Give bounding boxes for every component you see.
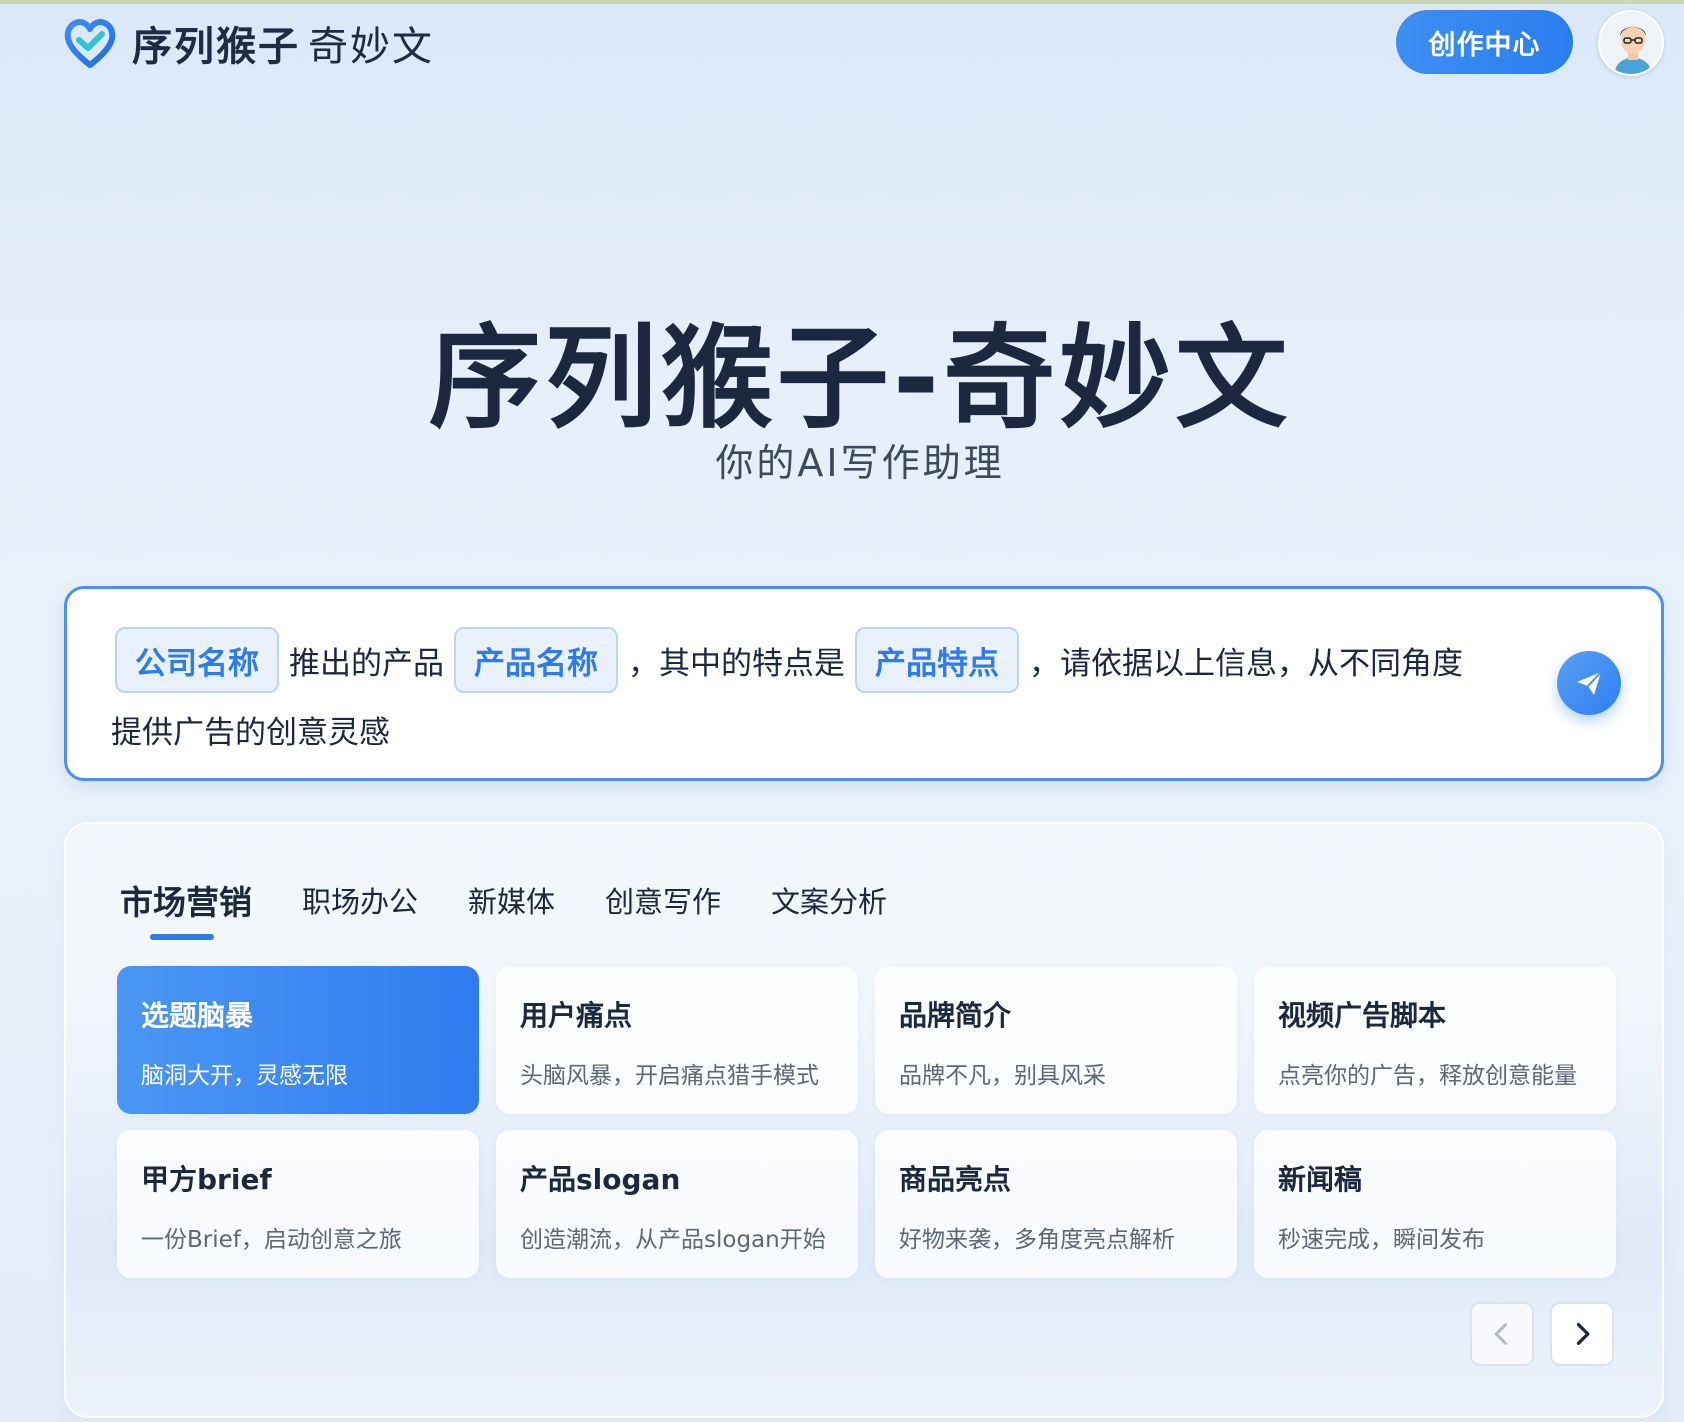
- next-page-button[interactable]: [1550, 1302, 1614, 1366]
- template-panel: 市场营销 职场办公 新媒体 创意写作 文案分析 选题脑暴 脑洞大开，灵感无限 用…: [64, 822, 1664, 1418]
- card-description: 头脑风暴，开启痛点猎手模式: [520, 1063, 819, 1089]
- active-tab-indicator: [150, 934, 214, 940]
- product-name-chip[interactable]: 产品名称: [454, 627, 618, 693]
- prompt-text-1: 推出的产品: [289, 645, 444, 682]
- prompt-text-4: 提供广告的创意灵感: [111, 715, 390, 751]
- card-title: 商品亮点: [899, 1163, 1012, 1196]
- prompt-text-2: ，其中的特点是: [628, 645, 845, 682]
- card-title: 选题脑暴: [141, 999, 254, 1032]
- card-description: 一份Brief，启动创意之旅: [141, 1227, 402, 1253]
- hero-title: 序列猴子-奇妙文: [428, 314, 1292, 444]
- paper-plane-icon: [1577, 671, 1602, 695]
- card-title: 甲方brief: [141, 1163, 272, 1196]
- card-title: 视频广告脚本: [1278, 999, 1447, 1032]
- prompt-text-3: ，请依据以上信息，从不同角度: [1029, 645, 1463, 682]
- tab-marketing[interactable]: 市场营销: [120, 876, 252, 924]
- tab-new-media[interactable]: 新媒体: [468, 879, 555, 921]
- card-description: 秒速完成，瞬间发布: [1278, 1227, 1485, 1253]
- card-description: 脑洞大开，灵感无限: [141, 1063, 348, 1089]
- brand-logo[interactable]: 序列猴子 奇妙文: [62, 14, 434, 72]
- category-tabs: 市场营销 职场办公 新媒体 创意写作 文案分析: [120, 876, 937, 924]
- template-card[interactable]: 产品slogan 创造潮流，从产品slogan开始: [496, 1130, 858, 1278]
- template-card[interactable]: 选题脑暴 脑洞大开，灵感无限: [117, 966, 479, 1114]
- prev-page-button[interactable]: [1470, 1302, 1534, 1366]
- hero-subtitle: 你的AI写作助理: [715, 441, 1005, 485]
- avatar[interactable]: [1598, 10, 1664, 76]
- tab-copy-analysis[interactable]: 文案分析: [771, 879, 887, 921]
- prompt-line-2: 提供广告的创意灵感: [111, 707, 390, 752]
- card-description: 品牌不凡，别具风采: [899, 1063, 1106, 1089]
- template-card[interactable]: 甲方brief 一份Brief，启动创意之旅: [117, 1130, 479, 1278]
- template-card[interactable]: 商品亮点 好物来袭，多角度亮点解析: [875, 1130, 1237, 1278]
- prompt-input-box[interactable]: 公司名称 推出的产品 产品名称 ，其中的特点是 产品特点 ，请依据以上信息，从不…: [64, 586, 1664, 781]
- tab-creative-writing[interactable]: 创意写作: [605, 879, 721, 921]
- heart-check-logo-icon: [64, 19, 116, 68]
- product-feature-chip[interactable]: 产品特点: [855, 627, 1019, 693]
- user-avatar-icon: [1600, 12, 1662, 74]
- card-description: 创造潮流，从产品slogan开始: [520, 1227, 826, 1253]
- template-card[interactable]: 品牌简介 品牌不凡，别具风采: [875, 966, 1237, 1114]
- prompt-line-1: 公司名称 推出的产品 产品名称 ，其中的特点是 产品特点 ，请依据以上信息，从不…: [115, 627, 1473, 693]
- company-name-chip[interactable]: 公司名称: [115, 627, 279, 693]
- send-button[interactable]: [1557, 651, 1621, 715]
- card-description: 点亮你的广告，释放创意能量: [1278, 1063, 1577, 1089]
- card-title: 品牌简介: [899, 999, 1012, 1032]
- card-title: 用户痛点: [520, 999, 633, 1032]
- template-card[interactable]: 视频广告脚本 点亮你的广告，释放创意能量: [1254, 966, 1616, 1114]
- chevron-left-icon: [1494, 1323, 1507, 1345]
- card-description: 好物来袭，多角度亮点解析: [899, 1227, 1175, 1253]
- top-border: [0, 0, 1684, 4]
- template-card[interactable]: 新闻稿 秒速完成，瞬间发布: [1254, 1130, 1616, 1278]
- brand-name-sub: 奇妙文: [308, 24, 434, 70]
- card-title: 产品slogan: [520, 1163, 681, 1196]
- create-center-button[interactable]: 创作中心: [1396, 10, 1573, 74]
- chevron-right-icon: [1576, 1323, 1590, 1345]
- brand-name-main: 序列猴子: [132, 24, 300, 70]
- brand-name: 序列猴子 奇妙文: [132, 14, 434, 72]
- template-card-grid: 选题脑暴 脑洞大开，灵感无限 用户痛点 头脑风暴，开启痛点猎手模式 品牌简介 品…: [117, 966, 1617, 1278]
- card-title: 新闻稿: [1278, 1163, 1363, 1196]
- template-card[interactable]: 用户痛点 头脑风暴，开启痛点猎手模式: [496, 966, 858, 1114]
- tab-office[interactable]: 职场办公: [302, 879, 418, 921]
